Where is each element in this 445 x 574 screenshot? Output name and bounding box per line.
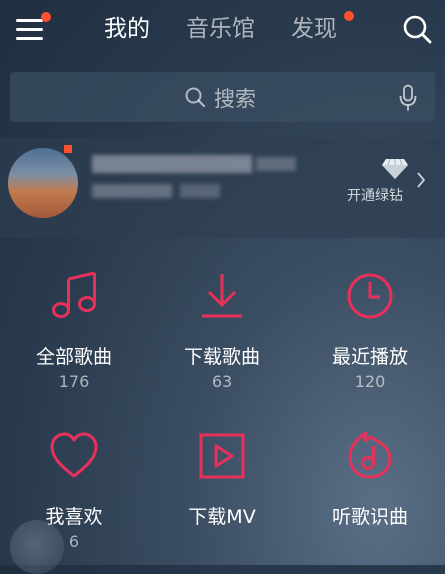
heart-icon (50, 432, 98, 478)
user-info-blurred-2 (180, 184, 220, 198)
floating-bubble[interactable] (10, 520, 64, 574)
diamond-icon (382, 158, 408, 179)
tile-recently-played[interactable]: 最近播放 120 (296, 268, 444, 398)
tab-mine[interactable]: 我的 (104, 14, 150, 44)
discover-badge-dot (344, 11, 354, 21)
tile-song-recognition[interactable]: 听歌识曲 (296, 428, 444, 558)
search-icon (185, 87, 206, 108)
search-icon[interactable] (402, 14, 432, 44)
username-blurred (92, 155, 252, 173)
avatar[interactable] (8, 148, 78, 218)
search-bar[interactable]: 搜索 (10, 72, 435, 122)
clock-icon (347, 273, 393, 319)
tab-music-hall[interactable]: 音乐馆 (186, 14, 255, 44)
music-recognition-icon (348, 431, 392, 479)
vip-label[interactable]: 开通绿钻 (347, 185, 403, 205)
menu-badge-dot (41, 12, 51, 22)
tile-downloaded-mv[interactable]: 下载MV (148, 428, 296, 558)
tile-all-songs[interactable]: 全部歌曲 176 (0, 268, 148, 398)
tile-label: 下载歌曲 (183, 346, 260, 368)
username-blurred-2 (256, 157, 296, 171)
tile-label: 最近播放 (331, 346, 408, 368)
tile-count: 176 (58, 372, 90, 391)
chevron-right-icon[interactable] (416, 171, 426, 189)
tile-label: 全部歌曲 (35, 346, 112, 368)
user-info-blurred (92, 184, 172, 198)
microphone-icon[interactable] (398, 84, 418, 112)
avatar-badge-dot (64, 145, 72, 153)
search-placeholder: 搜索 (214, 87, 256, 111)
video-play-icon (199, 433, 245, 479)
tile-downloaded-songs[interactable]: 下载歌曲 63 (148, 268, 296, 398)
download-icon (202, 274, 242, 318)
tile-count: 120 (354, 372, 386, 391)
music-note-icon (52, 271, 96, 318)
tab-discover[interactable]: 发现 (291, 14, 337, 44)
menu-button[interactable] (16, 12, 51, 41)
tile-count: 63 (211, 372, 233, 391)
tile-label: 听歌识曲 (331, 506, 408, 528)
tile-label: 下载MV (188, 506, 256, 528)
top-nav: 我的 音乐馆 发现 (0, 0, 445, 60)
